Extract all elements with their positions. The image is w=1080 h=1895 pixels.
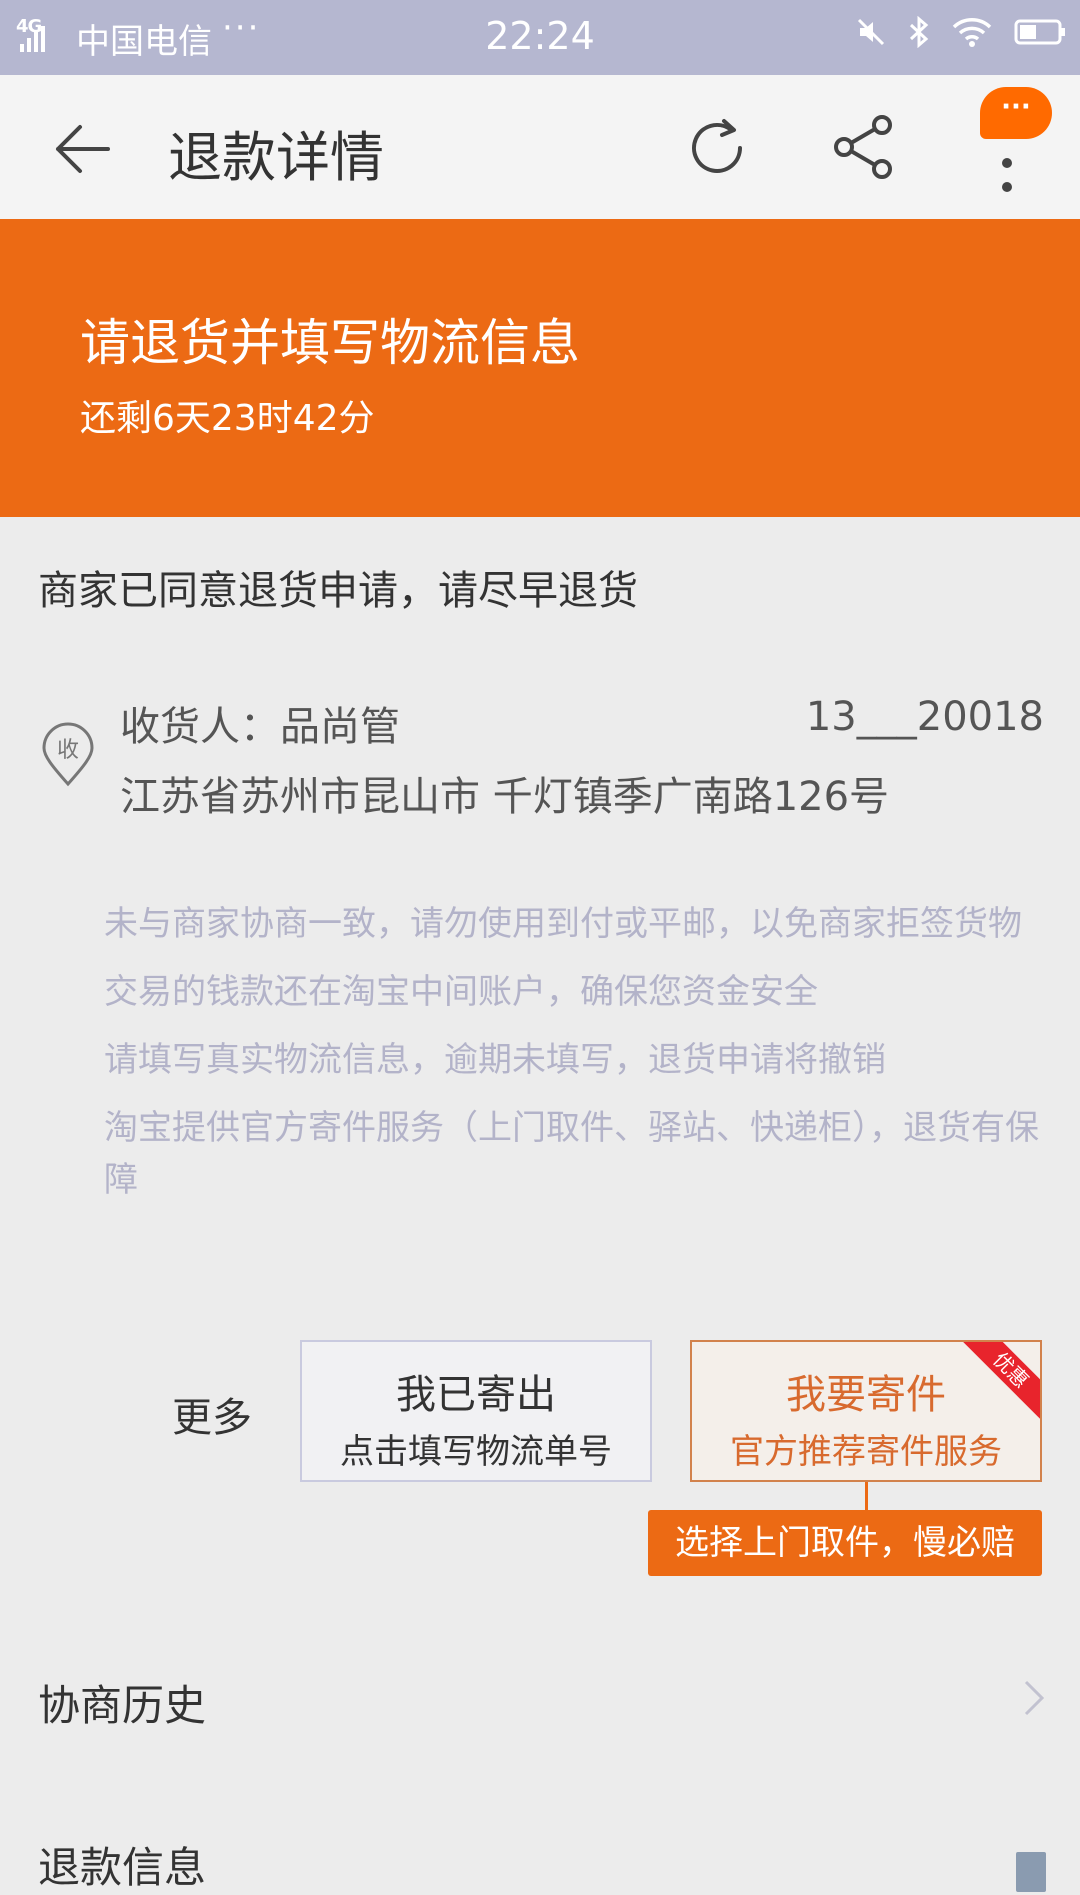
more-button[interactable]: 更多	[172, 1385, 252, 1443]
ship-package-subtitle: 官方推荐寄件服务	[730, 1432, 1002, 1472]
battery-icon	[1014, 19, 1065, 45]
receive-location-icon: 收	[42, 722, 94, 787]
banner-title: 请退货并填写物流信息	[80, 314, 580, 372]
wifi-icon	[952, 18, 992, 47]
refund-info-row[interactable]: 退款信息	[0, 1800, 1080, 1895]
status-bar: 4G 中国电信 ··· 22:24	[0, 0, 1080, 75]
bluetooth-icon	[909, 16, 929, 48]
countdown: 还剩6天23时42分	[80, 398, 375, 439]
negotiation-history-row[interactable]: 协商历史	[0, 1640, 1080, 1750]
already-sent-subtitle: 点击填写物流单号	[340, 1432, 612, 1472]
refund-info-label: 退款信息	[38, 1843, 207, 1892]
status-message: 商家已同意退货申请，请尽早退货	[38, 568, 638, 614]
ship-package-title: 我要寄件	[786, 1372, 946, 1418]
negotiation-history-label: 协商历史	[38, 1681, 207, 1730]
tip-item: 淘宝提供官方寄件服务（上门取件、驿站、快递柜），退货有保障	[104, 1108, 1039, 1200]
tip-item: 请填写真实物流信息，逾期未填写，退货申请将撤销	[104, 1040, 886, 1080]
ship-package-button[interactable]: 我要寄件 官方推荐寄件服务 优惠	[690, 1340, 1042, 1482]
tooltip-connector	[865, 1482, 868, 1512]
tips-list: 未与商家协商一致，请勿使用到付或平邮，以免商家拒签货物 交易的钱款还在淘宝中间账…	[104, 898, 1044, 1222]
mute-icon	[857, 18, 885, 46]
tip-item: 未与商家协商一致，请勿使用到付或平邮，以免商家拒签货物	[104, 904, 1022, 944]
message-badge[interactable]: ···	[980, 87, 1052, 139]
tip-item: 交易的钱款还在淘宝中间账户，确保您资金安全	[104, 972, 818, 1012]
nav-bar: 退款详情 ···	[0, 75, 1080, 220]
already-sent-button[interactable]: 我已寄出 点击填写物流单号	[300, 1340, 652, 1482]
status-icons	[856, 16, 1066, 48]
chevron-right-icon	[1024, 1680, 1045, 1716]
already-sent-title: 我已寄出	[396, 1372, 556, 1418]
refresh-icon[interactable]	[684, 115, 750, 181]
receiver-address: 江苏省苏州市昆山市 千灯镇季广南路126号	[120, 774, 890, 820]
document-icon	[1016, 1852, 1046, 1892]
back-arrow-icon[interactable]	[52, 121, 112, 177]
receive-icon-label: 收	[57, 738, 79, 763]
receiver-phone: 13___20018	[805, 694, 1044, 740]
share-icon[interactable]	[830, 113, 896, 181]
status-banner: 请退货并填写物流信息 还剩6天23时42分	[0, 219, 1080, 517]
page-title: 退款详情	[168, 126, 384, 189]
pickup-tooltip[interactable]: 选择上门取件，慢必赔	[648, 1510, 1042, 1576]
receiver-name: 收货人：品尚管	[120, 704, 400, 750]
